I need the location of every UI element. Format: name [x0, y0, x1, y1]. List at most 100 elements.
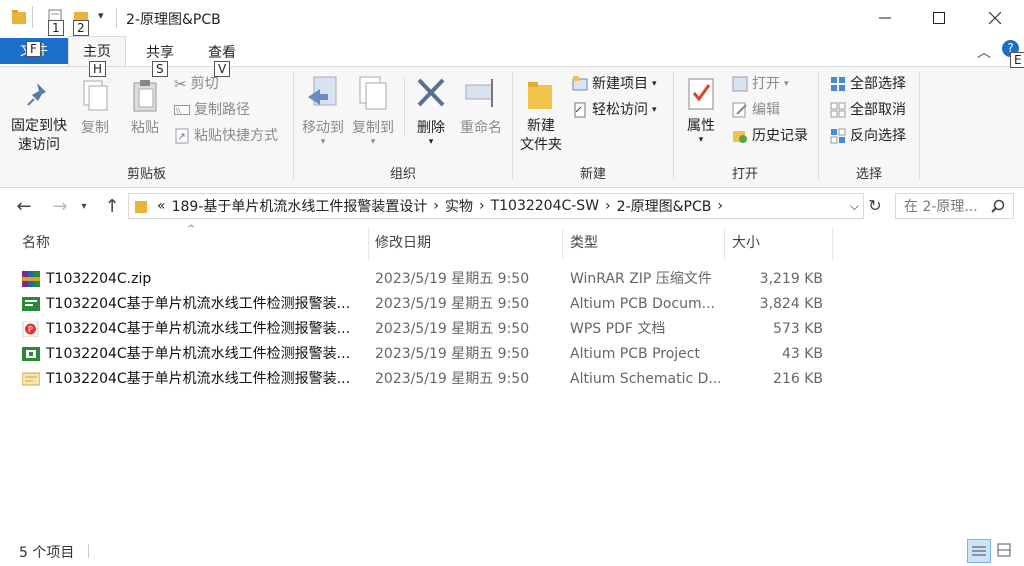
- new-item-button[interactable]: 新建项目 ▾: [572, 73, 657, 95]
- maximize-button[interactable]: [910, 0, 968, 36]
- svg-text:P: P: [28, 325, 33, 334]
- column-header-size[interactable]: 大小: [732, 228, 760, 260]
- chevron-down-icon: ▾: [81, 200, 87, 212]
- copy-button[interactable]: 复制: [74, 79, 116, 138]
- easy-access-button[interactable]: 轻松访问 ▾: [572, 99, 657, 121]
- search-box[interactable]: 在 2-原理...: [895, 193, 1014, 219]
- pcb-document-icon: [22, 297, 40, 311]
- arrow-left-icon: ←: [16, 195, 32, 217]
- group-label-new: 新建: [579, 167, 606, 182]
- file-row[interactable]: T1032204C基于单片机流水线工件检测报警装... 2023/5/19 星期…: [0, 292, 1024, 317]
- breadcrumb-item[interactable]: 189-基于单片机流水线工件报警装置设计: [172, 196, 428, 216]
- easy-access-icon: [574, 102, 586, 118]
- new-item-icon: [572, 76, 588, 91]
- paste-shortcut-button[interactable]: 粘贴快捷方式: [174, 125, 278, 147]
- copy-to-icon: [359, 76, 387, 110]
- group-label-organize: 组织: [389, 167, 416, 182]
- select-none-icon: [830, 102, 846, 118]
- chevron-right-icon[interactable]: ›: [605, 198, 611, 214]
- invert-selection-icon: [830, 128, 846, 144]
- breadcrumb-item[interactable]: 2-原理图&PCB: [617, 196, 712, 216]
- recent-locations-button[interactable]: ▾: [76, 194, 92, 218]
- properties-button[interactable]: 属性 ▾: [680, 77, 722, 145]
- back-button[interactable]: ←: [12, 194, 36, 218]
- open-button[interactable]: 打开 ▾: [732, 73, 789, 95]
- file-row[interactable]: T1032204C.zip 2023/5/19 星期五 9:50 WinRAR …: [0, 267, 1024, 292]
- forward-button[interactable]: →: [48, 194, 72, 218]
- address-bar[interactable]: « 189-基于单片机流水线工件报警装置设计 › 实物 › T1032204C-SW…: [128, 193, 864, 219]
- refresh-button[interactable]: ↻: [864, 194, 886, 218]
- keytip-file: F: [26, 41, 41, 57]
- copy-to-button[interactable]: 复制到 ▾: [350, 75, 396, 147]
- delete-icon: [417, 78, 445, 107]
- copy-path-button[interactable]: \\ 复制路径: [174, 99, 250, 121]
- large-icons-view-icon: [997, 543, 1011, 557]
- select-all-button[interactable]: 全部选择: [830, 73, 906, 95]
- folder-icon: [12, 10, 26, 24]
- keytip-view: V: [214, 61, 231, 77]
- keytip-2: 2: [73, 20, 89, 36]
- address-dropdown-icon[interactable]: ⌵: [850, 199, 859, 214]
- paste-icon: [133, 80, 157, 112]
- history-icon: [733, 131, 747, 143]
- move-to-button[interactable]: 移动到 ▾: [300, 75, 346, 147]
- file-row[interactable]: T1032204C基于单片机流水线工件检测报警装... 2023/5/19 星期…: [0, 342, 1024, 367]
- large-icons-view-button[interactable]: [993, 539, 1015, 561]
- sort-ascending-icon: ^: [187, 224, 196, 235]
- keytip-1: 1: [48, 20, 64, 36]
- group-label-open: 打开: [731, 167, 758, 182]
- chevron-right-icon[interactable]: ›: [433, 198, 439, 214]
- group-label-clipboard: 剪贴板: [126, 167, 166, 182]
- breadcrumb-item[interactable]: T1032204C-SW: [491, 198, 599, 214]
- ribbon-tabs: 文件 F 主页 H 共享 S 查看 V ︿ ? E: [0, 36, 1024, 77]
- history-button[interactable]: 历史记录: [732, 125, 808, 147]
- winrar-icon: [22, 271, 40, 287]
- cut-button[interactable]: ✂ 剪切: [174, 73, 219, 95]
- rename-button[interactable]: 重命名: [456, 75, 506, 138]
- qat-dropdown-icon[interactable]: ▾: [98, 9, 104, 22]
- status-item-count: 5 个项目: [19, 545, 75, 561]
- new-folder-button[interactable]: 新建 文件夹: [516, 77, 566, 155]
- delete-button[interactable]: 删除 ▾: [410, 75, 452, 147]
- invert-selection-button[interactable]: 反向选择: [830, 125, 906, 147]
- minimize-button[interactable]: [856, 0, 914, 36]
- pin-icon: [27, 83, 46, 106]
- column-header-name[interactable]: 名称: [22, 228, 50, 260]
- up-button[interactable]: ↑: [100, 194, 124, 218]
- minimize-icon: [879, 17, 891, 19]
- keytip-help: E: [1010, 52, 1024, 68]
- close-button[interactable]: [966, 0, 1024, 36]
- folder-icon: [135, 201, 147, 213]
- chevron-right-icon[interactable]: ›: [717, 198, 723, 214]
- details-view-icon: [972, 546, 986, 556]
- pin-quick-access-button[interactable]: 固定到快 速访问: [6, 79, 72, 155]
- window-title: 2-原理图&PCB: [126, 12, 221, 28]
- copy-path-icon: \\: [174, 105, 190, 115]
- chevron-right-icon[interactable]: ›: [479, 198, 485, 214]
- file-row[interactable]: P T1032204C基于单片机流水线工件检测报警装... 2023/5/19 …: [0, 317, 1024, 342]
- file-row[interactable]: T1032204C基于单片机流水线工件检测报警装... 2023/5/19 星期…: [0, 367, 1024, 392]
- open-icon: [732, 76, 748, 92]
- group-label-select: 选择: [855, 167, 882, 182]
- column-header-type[interactable]: 类型: [570, 228, 598, 260]
- properties-icon: [688, 78, 714, 110]
- ribbon: 固定到快 速访问 复制 粘贴 ✂ 剪切 \\ 复制路径 粘贴快捷方式 剪贴板 移动…: [0, 66, 1024, 188]
- select-none-button[interactable]: 全部取消: [830, 99, 906, 121]
- column-header-date[interactable]: 修改日期: [375, 228, 431, 260]
- refresh-icon: ↻: [868, 196, 882, 215]
- breadcrumb-overflow[interactable]: «: [157, 198, 166, 214]
- search-icon: [991, 199, 1005, 213]
- arrow-right-icon: →: [52, 195, 68, 217]
- svg-text:\\: \\: [176, 107, 181, 115]
- edit-button[interactable]: 编辑: [732, 99, 780, 121]
- title-bar: 1 2 ▾ 2-原理图&PCB: [0, 0, 1024, 36]
- new-folder-icon: [528, 82, 552, 109]
- collapse-ribbon-icon[interactable]: ︿: [977, 42, 991, 62]
- search-placeholder: 在 2-原理...: [904, 199, 978, 215]
- paste-button[interactable]: 粘贴: [124, 79, 166, 138]
- details-view-button[interactable]: [967, 539, 991, 563]
- rename-icon: [465, 79, 493, 107]
- breadcrumb-item[interactable]: 实物: [445, 196, 473, 216]
- arrow-up-icon: ↑: [104, 195, 120, 217]
- keytip-share: S: [152, 61, 168, 77]
